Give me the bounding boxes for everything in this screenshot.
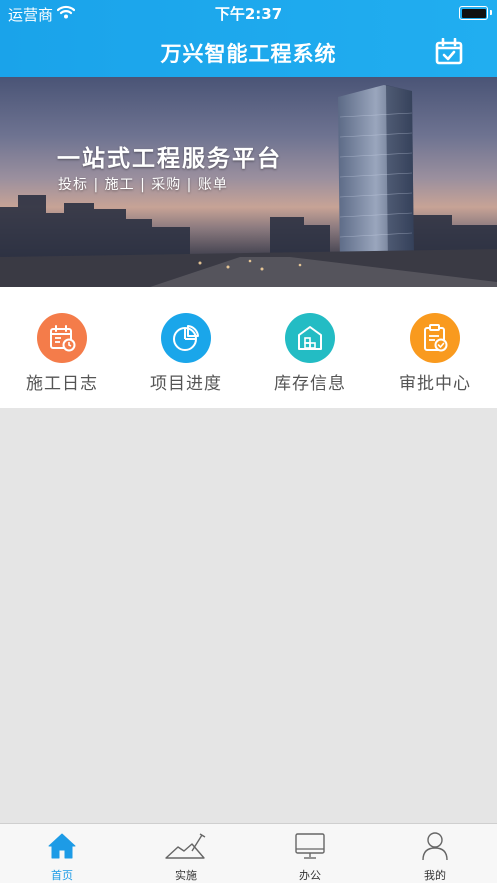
page-title: 万兴智能工程系统 — [160, 42, 337, 66]
menu-item-label: 审批中心 — [399, 374, 471, 394]
construction-log-icon — [37, 313, 87, 363]
approval-clipboard-icon — [410, 313, 460, 363]
menu-item-label: 施工日志 — [26, 374, 98, 394]
tab-home[interactable]: 首页 — [0, 824, 124, 883]
banner-image[interactable]: 一站式工程服务平台 投标 | 施工 | 采购 | 账单 — [0, 77, 497, 287]
status-time: 下午2:37 — [214, 5, 283, 23]
battery-icon — [459, 6, 488, 20]
tab-label: 首页 — [51, 869, 73, 882]
tab-profile[interactable]: 我的 — [373, 824, 497, 883]
pie-chart-icon — [161, 313, 211, 363]
banner-title: 一站式工程服务平台 — [57, 146, 282, 172]
user-icon — [420, 831, 450, 861]
menu-item-label: 库存信息 — [274, 374, 346, 394]
warehouse-icon — [285, 313, 335, 363]
home-icon — [47, 831, 77, 861]
menu-item-approval-center[interactable]: 审批中心 — [373, 313, 497, 394]
tab-label: 办公 — [299, 869, 321, 882]
menu-item-project-progress[interactable]: 项目进度 — [124, 313, 248, 394]
tab-office[interactable]: 办公 — [248, 824, 372, 883]
menu-item-inventory[interactable]: 库存信息 — [248, 313, 372, 394]
tab-label: 我的 — [424, 869, 446, 882]
menu-item-label: 项目进度 — [150, 374, 222, 394]
menu-item-construction-log[interactable]: 施工日志 — [0, 313, 124, 394]
banner-subtitle: 投标 | 施工 | 采购 | 账单 — [58, 177, 228, 193]
battery-tip — [490, 10, 492, 15]
tab-implementation[interactable]: 实施 — [124, 824, 248, 883]
app-header: 运营商 下午2:37 万兴智能工程系统 — [0, 0, 497, 77]
construction-site-icon — [164, 831, 208, 861]
bottom-tab-bar: 首页 实施 办公 我的 — [0, 823, 497, 883]
tab-label: 实施 — [175, 869, 197, 882]
quick-menu: 施工日志 项目进度 库存信息 审批中心 — [0, 287, 497, 408]
calendar-check-icon[interactable] — [434, 37, 464, 66]
monitor-icon — [295, 831, 325, 861]
status-bar: 运营商 下午2:37 — [0, 0, 497, 26]
